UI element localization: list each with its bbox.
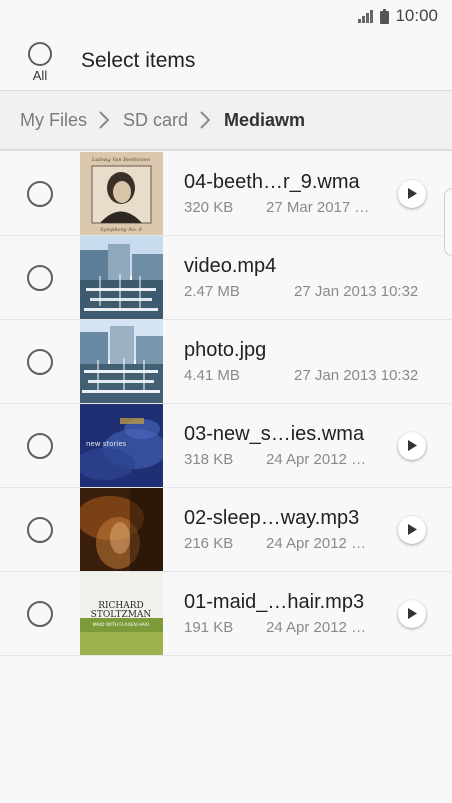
item-checkbox[interactable] — [0, 516, 80, 543]
play-button[interactable] — [398, 599, 426, 628]
breadcrumb-divider — [0, 149, 452, 151]
select-all-circle[interactable] — [28, 41, 52, 66]
file-size: 4.41 MB — [184, 367, 240, 384]
item-checkbox[interactable] — [0, 348, 80, 375]
file-size: 216 KB — [184, 535, 234, 552]
file-date: 24 Apr 2012 … — [266, 535, 367, 552]
file-list: Ludwig Van Beethoven Symphony No. 9 04-b… — [0, 152, 452, 656]
new-stories-icon: new stories — [80, 404, 163, 487]
file-size: 320 KB — [184, 199, 234, 216]
file-date: 27 Mar 2017 … — [266, 199, 370, 216]
harbor-icon — [80, 320, 163, 403]
richard-stoltzman-icon: RICHARD STOLTZMAN MAID WITH FLAXEN HAIR — [80, 572, 163, 655]
file-size: 2.47 MB — [184, 283, 240, 300]
file-date: 24 Apr 2012 … — [266, 619, 367, 636]
edge-panel-handle[interactable] — [444, 188, 452, 256]
list-item[interactable]: video.mp4 2.47 MB 27 Jan 2013 10:32 — [0, 236, 452, 320]
breadcrumb: My Files SD card Mediawm — [0, 91, 452, 149]
status-bar: 10:00 — [0, 0, 452, 32]
play-icon — [408, 524, 417, 535]
select-all-checkbox[interactable]: All — [0, 41, 80, 83]
page-title: Select items — [81, 49, 196, 72]
play-button[interactable] — [398, 431, 426, 460]
chevron-right-icon — [99, 111, 109, 129]
file-date: 27 Jan 2013 10:32 — [294, 283, 419, 300]
album-artist-line2: STOLTZMAN — [91, 610, 152, 620]
file-name: 03-new_s…ies.wma — [184, 423, 365, 445]
battery-icon — [380, 8, 390, 24]
select-all-label: All — [32, 67, 48, 83]
selection-header: All Select items — [0, 32, 452, 90]
signal-icon — [358, 9, 374, 23]
checkbox-circle[interactable] — [27, 516, 53, 543]
play-icon — [408, 608, 417, 619]
list-item[interactable]: RICHARD STOLTZMAN MAID WITH FLAXEN HAIR … — [0, 572, 452, 656]
file-size: 318 KB — [184, 451, 234, 468]
breadcrumb-my-files[interactable]: My Files — [20, 110, 87, 131]
album-title-text: MAID WITH FLAXEN HAIR — [93, 622, 149, 628]
file-date: 27 Jan 2013 10:32 — [294, 367, 419, 384]
checkbox-circle[interactable] — [27, 600, 53, 627]
checkbox-circle[interactable] — [27, 348, 53, 375]
chevron-right-icon — [200, 111, 211, 129]
file-name: 01-maid_…hair.mp3 — [184, 591, 365, 613]
file-name: 02-sleep…way.mp3 — [184, 507, 360, 529]
list-item[interactable]: 02-sleep…way.mp3 216 KB 24 Apr 2012 … — [0, 488, 452, 572]
play-icon — [408, 188, 417, 199]
harbor-icon — [80, 236, 163, 319]
file-name: photo.jpg — [184, 339, 267, 361]
item-checkbox[interactable] — [0, 180, 80, 207]
item-checkbox[interactable] — [0, 432, 80, 459]
checkbox-circle[interactable] — [27, 180, 53, 207]
play-button[interactable] — [398, 179, 426, 208]
sleep-away-icon — [80, 488, 163, 571]
play-button[interactable] — [398, 515, 426, 544]
file-size: 191 KB — [184, 619, 234, 636]
list-item[interactable]: new stories 03-new_s…ies.wma 318 KB 24 Ap… — [0, 404, 452, 488]
checkbox-circle[interactable] — [27, 264, 53, 291]
breadcrumb-sd-card[interactable]: SD card — [123, 110, 188, 131]
file-name: video.mp4 — [184, 255, 277, 277]
beethoven-icon: Ludwig Van Beethoven Symphony No. 9 — [80, 152, 163, 235]
status-time: 10:00 — [395, 6, 438, 25]
item-checkbox[interactable] — [0, 600, 80, 627]
file-name: 04-beeth…r_9.wma — [184, 171, 360, 193]
album-bottom-text: Symphony No. 9 — [100, 227, 143, 233]
file-date: 24 Apr 2012 … — [266, 451, 367, 468]
album-text: new stories — [86, 440, 126, 448]
checkbox-circle[interactable] — [27, 432, 53, 459]
play-icon — [408, 440, 417, 451]
list-item[interactable]: photo.jpg 4.41 MB 27 Jan 2013 10:32 — [0, 320, 452, 404]
list-item[interactable]: Ludwig Van Beethoven Symphony No. 9 04-b… — [0, 152, 452, 236]
item-checkbox[interactable] — [0, 264, 80, 291]
breadcrumb-current: Mediawm — [224, 109, 306, 130]
album-top-text: Ludwig Van Beethoven — [91, 157, 150, 163]
